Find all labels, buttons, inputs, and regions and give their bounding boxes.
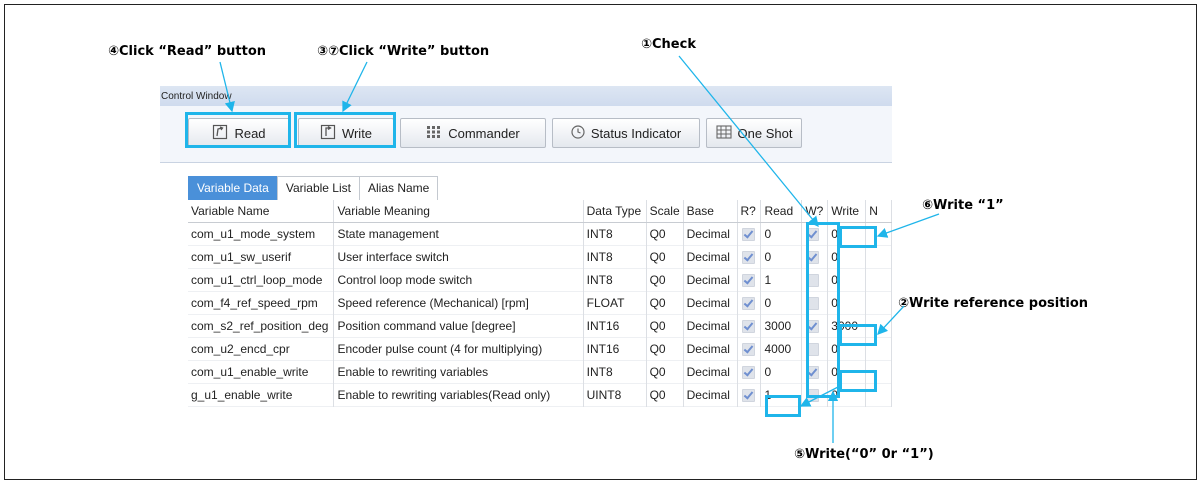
annotation-arrows [219, 55, 940, 443]
